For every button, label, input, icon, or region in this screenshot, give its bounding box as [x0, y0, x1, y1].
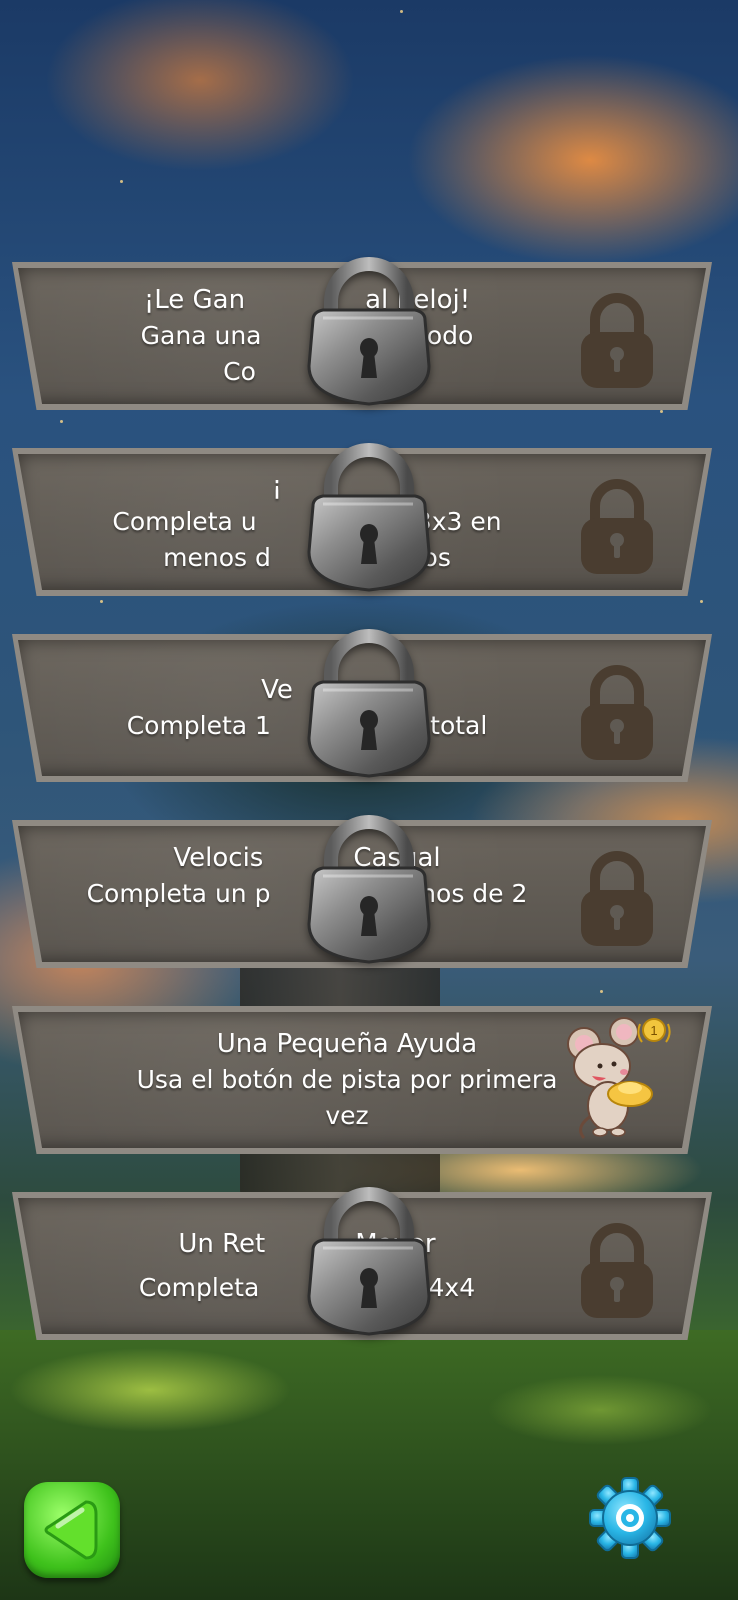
- back-play-button[interactable]: [24, 1482, 120, 1578]
- padlock-icon: [307, 629, 431, 778]
- padlock-icon: [307, 257, 431, 406]
- gear-icon[interactable]: [588, 1476, 672, 1560]
- padlock-icon: [307, 443, 431, 592]
- achievement-card[interactable]: Ve Completa 1 en total: [12, 629, 712, 782]
- padlock-silhouette-icon: [581, 479, 653, 574]
- achievement-text: Una Pequeña Ayuda Usa el botón de pista …: [112, 1024, 582, 1136]
- achievement-card[interactable]: Un RetMayor Completade 4x4: [12, 1187, 712, 1340]
- achievement-card-unlocked[interactable]: Una Pequeña Ayuda Usa el botón de pista …: [12, 1006, 712, 1154]
- achievement-description-2: vez: [325, 1101, 369, 1130]
- achievement-card[interactable]: ¡ Completa ude 3x3 en menos dndos: [12, 443, 712, 596]
- achievement-card[interactable]: Velocis Casual Completa un p menos de 2: [12, 815, 712, 968]
- padlock-icon: [307, 1187, 431, 1336]
- padlock-silhouette-icon: [581, 851, 653, 946]
- padlock-silhouette-icon: [581, 293, 653, 388]
- play-triangle-icon: [44, 1500, 98, 1560]
- medal-badge: 1: [650, 1023, 657, 1038]
- achievement-description: Usa el botón de pista por primera: [136, 1065, 558, 1094]
- achievement-card[interactable]: ¡Le Ganal Reloj! Gana unan Modo Coj.: [12, 257, 712, 410]
- mouse-mascot-icon: 1: [567, 1017, 671, 1139]
- padlock-icon: [307, 815, 431, 964]
- padlock-silhouette-icon: [581, 665, 653, 760]
- padlock-silhouette-icon: [581, 1223, 653, 1318]
- achievement-title: Una Pequeña Ayuda: [216, 1029, 478, 1059]
